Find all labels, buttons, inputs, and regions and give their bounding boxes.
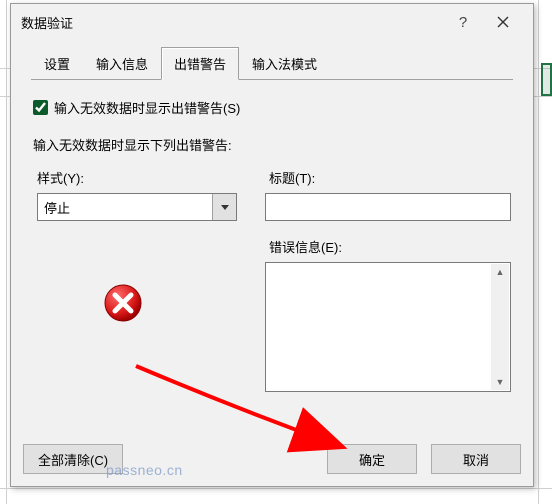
message-label: 错误信息(E):: [269, 237, 511, 256]
scroll-down-icon[interactable]: ▼: [496, 377, 505, 387]
style-select-value[interactable]: [37, 193, 237, 221]
tab-pane: 输入无效数据时显示出错警告(S) 输入无效数据时显示下列出错警告: 样式(Y):: [23, 80, 521, 400]
dialog-footer: 全部清除(C) 确定 取消: [23, 444, 521, 474]
dialog-title: 数据验证: [21, 13, 443, 32]
section-label: 输入无效数据时显示下列出错警告:: [33, 135, 511, 154]
show-error-label: 输入无效数据时显示出错警告(S): [54, 98, 240, 117]
tab-input-message[interactable]: 输入信息: [83, 47, 161, 80]
cancel-button[interactable]: 取消: [431, 444, 521, 474]
tabstrip: 设置 输入信息 出错警告 输入法模式: [31, 46, 513, 80]
tab-ime-mode[interactable]: 输入法模式: [239, 47, 330, 80]
style-label: 样式(Y):: [37, 168, 253, 187]
tab-error-alert[interactable]: 出错警告: [161, 47, 239, 80]
cell-selection: [541, 63, 552, 96]
error-icon: [103, 283, 143, 323]
titlebar: 数据验证 ?: [11, 4, 533, 40]
chevron-down-icon[interactable]: [212, 194, 236, 220]
show-error-checkbox-row[interactable]: 输入无效数据时显示出错警告(S): [33, 98, 511, 117]
scroll-up-icon[interactable]: ▲: [496, 267, 505, 277]
ok-button[interactable]: 确定: [327, 444, 417, 474]
message-textarea[interactable]: ▲ ▼: [265, 262, 511, 392]
clear-all-button[interactable]: 全部清除(C): [23, 444, 123, 474]
title-label: 标题(T):: [269, 168, 511, 187]
tab-settings[interactable]: 设置: [31, 47, 83, 80]
data-validation-dialog: 数据验证 ? 设置 输入信息 出错警告 输入法模式 输入无效数据时显示出错警告(…: [10, 3, 534, 487]
close-icon: [497, 16, 509, 28]
title-input[interactable]: [265, 193, 511, 221]
help-button[interactable]: ?: [443, 7, 483, 37]
style-select[interactable]: [37, 193, 237, 221]
show-error-checkbox[interactable]: [33, 100, 48, 115]
scrollbar[interactable]: ▲ ▼: [491, 264, 509, 390]
close-button[interactable]: [483, 7, 523, 37]
